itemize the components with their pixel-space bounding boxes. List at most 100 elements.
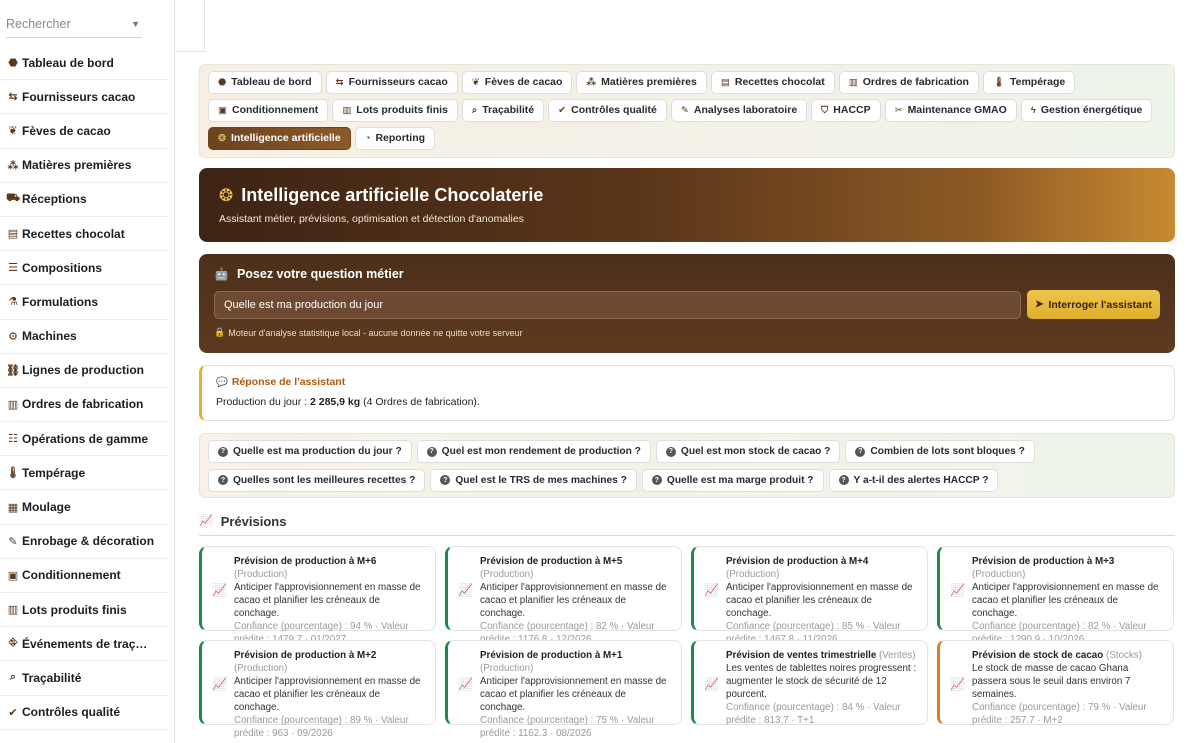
forecast-card-body: Prévision de production à M+3 (Productio…: [972, 555, 1163, 645]
sidebar-item-conditionnement[interactable]: ▣ Conditionnement: [0, 559, 168, 593]
tab-lots-produits-finis[interactable]: ▥ Lots produits finis: [332, 99, 458, 122]
tab-maintenance-gmao[interactable]: ✂ Maintenance GMAO: [884, 99, 1017, 122]
forecast-card[interactable]: 📈 Prévision de ventes trimestrielle (Vent…: [691, 640, 928, 726]
forecast-card[interactable]: 📈 Prévision de production à M+4 (Producti…: [691, 546, 928, 645]
sidebar-item-tableau-de-bord[interactable]: ⬣ Tableau de bord: [0, 46, 168, 81]
sidebar-item-recettes-chocolat[interactable]: ▤ Recettes chocolat: [0, 217, 168, 252]
sidebar-item-lots-produits-finis[interactable]: ▥ Lots produits finis: [0, 593, 168, 628]
forecast-card[interactable]: 📈 Prévision de stock de cacao (Stocks) Le …: [937, 640, 1174, 726]
intelligence-artificielle-icon: ❂: [218, 132, 226, 144]
sidebar-item-controles-qualite[interactable]: ✔ Contrôles qualité: [0, 696, 168, 730]
hero-subtitle: Assistant métier, prévisions, optimisati…: [219, 213, 524, 225]
forecast-card[interactable]: 📈 Prévision de production à M+1 (Producti…: [445, 640, 682, 739]
tab-tracabilite[interactable]: ⌕ Traçabilité: [461, 99, 545, 122]
sidebar-item-ordres-de-fabrication[interactable]: ▥ Ordres de fabrication: [0, 388, 168, 423]
forecast-card-title: Prévision de production à M+5 (Productio…: [480, 555, 671, 581]
ask-assistant-button[interactable]: ➤ Interroger l'assistant: [1027, 290, 1160, 319]
question-circle-icon: ?: [218, 446, 228, 457]
tab-analyses-laboratoire[interactable]: ✎ Analyses laboratoire: [670, 99, 808, 122]
ask-button-label: Interroger l'assistant: [1048, 298, 1152, 311]
answer-value: 2 285,9 kg: [309, 396, 361, 408]
tab-label: Tempérage: [1009, 76, 1066, 89]
tab-recettes-chocolat[interactable]: ▤ Recettes chocolat: [710, 71, 835, 94]
controles-qualite-icon: ✔: [558, 104, 567, 116]
forecast-card[interactable]: 📈 Prévision de production à M+2 (Producti…: [199, 640, 436, 739]
chevron-down-icon[interactable]: ▼: [131, 19, 140, 29]
tab-ordres-de-fabrication[interactable]: ▥ Ordres de fabrication: [838, 71, 979, 94]
sidebar-item-label: Compositions: [22, 260, 102, 275]
forecast-category: (Ventes): [879, 650, 916, 661]
evenements-de-trac-icon: ⛗: [8, 637, 18, 650]
forecast-card-title: Prévision de production à M+3 (Productio…: [972, 555, 1163, 581]
forecast-title-text: Prévision de production à M+2: [234, 650, 377, 661]
sidebar-item-label: Fèves de cacao: [22, 123, 111, 138]
sidebar-item-tracabilite[interactable]: ⌕ Traçabilité: [0, 661, 168, 696]
tab-controles-qualite[interactable]: ✔ Contrôles qualité: [548, 99, 667, 122]
sidebar-item-operations-de-gamme[interactable]: ☷ Opérations de gamme: [0, 422, 168, 457]
lock-icon: 🔒: [214, 327, 226, 337]
forecasts-heading: 📈 Prévisions: [199, 514, 1175, 536]
question-circle-icon: ?: [665, 446, 676, 457]
question-circle-icon: ?: [651, 475, 662, 485]
forecast-card-title: Prévision de production à M+1 (Productio…: [480, 649, 671, 675]
tab-feves-de-cacao[interactable]: ❦ Fèves de cacao: [461, 71, 573, 94]
sidebar-item-matieres-premieres[interactable]: ⁂ Matières premières: [0, 149, 168, 183]
suggestion-chip[interactable]: ? Quel est mon rendement de production ?: [416, 440, 651, 463]
machines-icon: ⚙: [8, 330, 18, 343]
tab-reporting[interactable]: ◔ Reporting: [354, 127, 436, 150]
suggestion-chip[interactable]: ? Quel est mon stock de cacao ?: [655, 440, 841, 463]
forecast-meta: Confiance (pourcentage) : 89 % · Valeur …: [234, 715, 409, 739]
forecast-category: (Production): [234, 569, 288, 580]
forecast-card[interactable]: 📈 Prévision de production à M+5 (Producti…: [445, 546, 682, 645]
question-input[interactable]: [214, 290, 1021, 319]
sidebar-item-receptions[interactable]: ⛟ Réceptions: [0, 183, 168, 217]
suggestion-label: Quelles sont les meilleures recettes ?: [233, 474, 416, 486]
suggestion-chip[interactable]: ? Quelles sont les meilleures recettes ?: [208, 468, 426, 492]
forecast-card[interactable]: 📈 Prévision de production à M+3 (Producti…: [937, 546, 1174, 645]
forecast-card[interactable]: 📈 Prévision de production à M+6 (Producti…: [199, 546, 436, 645]
question-circle-icon: ?: [838, 475, 849, 485]
sidebar-item-evenements-de-trac[interactable]: ⛗ Événements de traç…: [0, 627, 168, 662]
tab-matieres-premieres[interactable]: ⁂ Matières premières: [576, 71, 707, 94]
sidebar-item-label: Opérations de gamme: [22, 431, 149, 446]
suggestion-chip[interactable]: ? Quel est le TRS de mes machines ?: [430, 468, 637, 492]
answer-suffix: (4 Ordres de fabrication).: [360, 396, 480, 408]
sidebar-item-label: Moulage: [22, 500, 71, 515]
sidebar-item-temperage[interactable]: 🌡 Tempérage: [0, 456, 168, 491]
question-circle-icon: ?: [440, 475, 451, 485]
sidebar-item-enrobage-decoration[interactable]: ✎ Enrobage & décoration: [0, 525, 168, 559]
sidebar-item-moulage[interactable]: ▦ Moulage: [0, 490, 168, 525]
tab-temperage[interactable]: 🌡 Tempérage: [982, 71, 1076, 94]
sidebar-item-machines[interactable]: ⚙ Machines: [0, 320, 168, 354]
sidebar-search[interactable]: Rechercher ▼: [6, 10, 142, 38]
answer-title-text: Réponse de l'assistant: [231, 376, 346, 388]
suggestion-chip[interactable]: ? Quelle est ma production du jour ?: [208, 440, 412, 463]
suggestion-chip[interactable]: ? Y a-t-il des alertes HACCP ?: [828, 468, 999, 492]
tab-conditionnement[interactable]: ▣ Conditionnement: [208, 99, 329, 122]
tab-gestion-energetique[interactable]: ϟ Gestion énergétique: [1020, 99, 1153, 122]
speech-bubble-icon: 💬: [216, 376, 228, 388]
tab-label: Fournisseurs cacao: [348, 76, 448, 89]
tab-fournisseurs-cacao[interactable]: ⇆ Fournisseurs cacao: [325, 71, 458, 94]
sidebar-item-formulations[interactable]: ⚗ Formulations: [0, 285, 168, 320]
temperage-icon: 🌡: [992, 76, 1005, 88]
suggestion-label: Y a-t-il des alertes HACCP ?: [853, 474, 989, 486]
suggestion-chip[interactable]: ? Quelle est ma marge produit ?: [641, 468, 824, 492]
tab-intelligence-artificielle[interactable]: ❂ Intelligence artificielle: [208, 127, 351, 150]
lots-produits-finis-icon: ▥: [342, 104, 352, 116]
forecast-card-title: Prévision de stock de cacao (Stocks): [972, 649, 1163, 662]
sidebar-item-fournisseurs-cacao[interactable]: ⇆ Fournisseurs cacao: [0, 80, 168, 115]
sidebar-item-feves-de-cacao[interactable]: ❦ Fèves de cacao: [0, 114, 168, 149]
sidebar-item-lignes-de-production[interactable]: ⛓ Lignes de production: [0, 354, 168, 388]
sidebar-item-compositions[interactable]: ☰ Compositions: [0, 251, 168, 286]
sidebar-item-label: Tempérage: [22, 465, 86, 480]
suggestion-chip[interactable]: ? Combien de lots sont bloques ?: [845, 440, 1035, 463]
recettes-chocolat-icon: ▤: [7, 228, 19, 241]
forecast-description: Les ventes de tablettes noires progresse…: [726, 663, 917, 700]
forecast-card-title: Prévision de ventes trimestrielle (Vente…: [726, 649, 917, 662]
tab-tableau-de-bord[interactable]: ⬣ Tableau de bord: [208, 71, 322, 94]
matieres-premieres-icon: ⁂: [586, 76, 597, 88]
forecast-card-body: Prévision de production à M+2 (Productio…: [234, 649, 425, 739]
tab-haccp[interactable]: ⛉ HACCP: [811, 99, 881, 122]
tab-label: Recettes chocolat: [734, 76, 825, 89]
